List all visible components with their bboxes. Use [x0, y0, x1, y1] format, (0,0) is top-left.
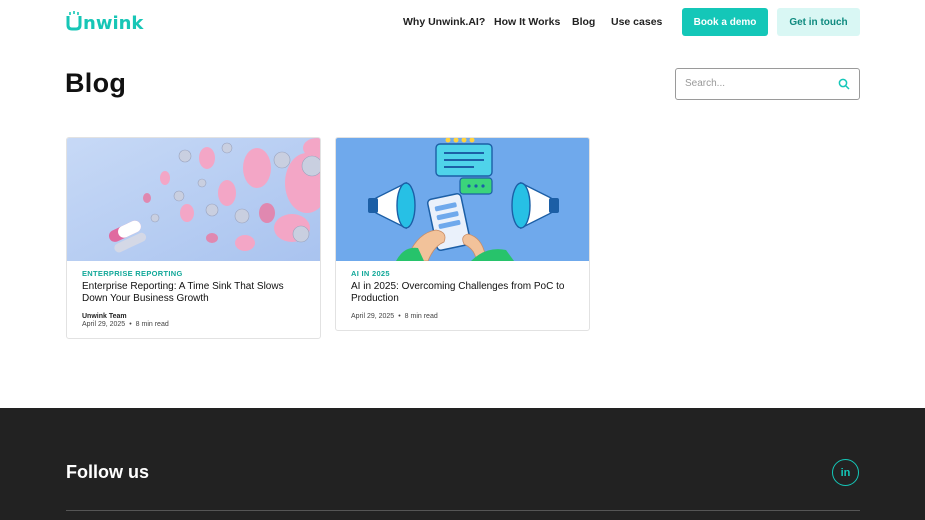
linkedin-icon[interactable]: in — [832, 459, 859, 486]
page-title: Blog — [65, 68, 127, 98]
blog-card[interactable]: ENTERPRISE REPORTING Enterprise Reportin… — [66, 137, 321, 339]
card-date: April 29, 2025 — [82, 321, 126, 328]
card-author: Unwink Team — [82, 313, 127, 320]
card-read-time: 8 min read — [135, 321, 169, 328]
card-meta: April 29, 2025 • 8 min read — [82, 321, 305, 328]
logo-text: nwink — [83, 13, 144, 31]
nav-blog[interactable]: Blog — [572, 16, 595, 28]
nav-use-cases[interactable]: Use cases — [611, 16, 662, 28]
logo-mark: nwink — [66, 11, 144, 31]
site-header: nwink Why Unwink.AI? How It Works Blog U… — [0, 0, 925, 44]
main-nav: Why Unwink.AI? How It Works Blog Use cas… — [403, 16, 662, 28]
search-icon[interactable] — [838, 78, 850, 90]
blog-card[interactable]: AI IN 2025 AI in 2025: Overcoming Challe… — [335, 137, 590, 331]
follow-us-heading: Follow us — [66, 462, 149, 482]
nav-why-unwink[interactable]: Why Unwink.AI? — [403, 16, 485, 28]
card-read-time: 8 min read — [404, 313, 438, 320]
card-category[interactable]: AI IN 2025 — [351, 269, 574, 278]
card-image-capsules[interactable] — [67, 138, 320, 261]
card-category[interactable]: ENTERPRISE REPORTING — [82, 269, 305, 278]
card-meta: April 29, 2025 • 8 min read — [351, 313, 574, 320]
get-in-touch-button[interactable]: Get in touch — [777, 8, 860, 36]
separator-dot: • — [398, 313, 401, 320]
nav-how-it-works[interactable]: How It Works — [494, 16, 560, 28]
card-image-megaphones[interactable] — [336, 138, 589, 261]
card-title[interactable]: AI in 2025: Overcoming Challenges from P… — [351, 281, 574, 304]
logo[interactable]: nwink — [66, 11, 146, 31]
separator-dot: • — [129, 321, 132, 328]
card-date: April 29, 2025 — [351, 313, 395, 320]
book-demo-button[interactable]: Book a demo — [682, 8, 768, 36]
search-box[interactable] — [675, 68, 860, 100]
footer-divider — [66, 510, 860, 511]
site-footer: Follow us in — [0, 408, 925, 520]
card-title[interactable]: Enterprise Reporting: A Time Sink That S… — [82, 281, 305, 304]
search-input[interactable] — [685, 78, 835, 89]
